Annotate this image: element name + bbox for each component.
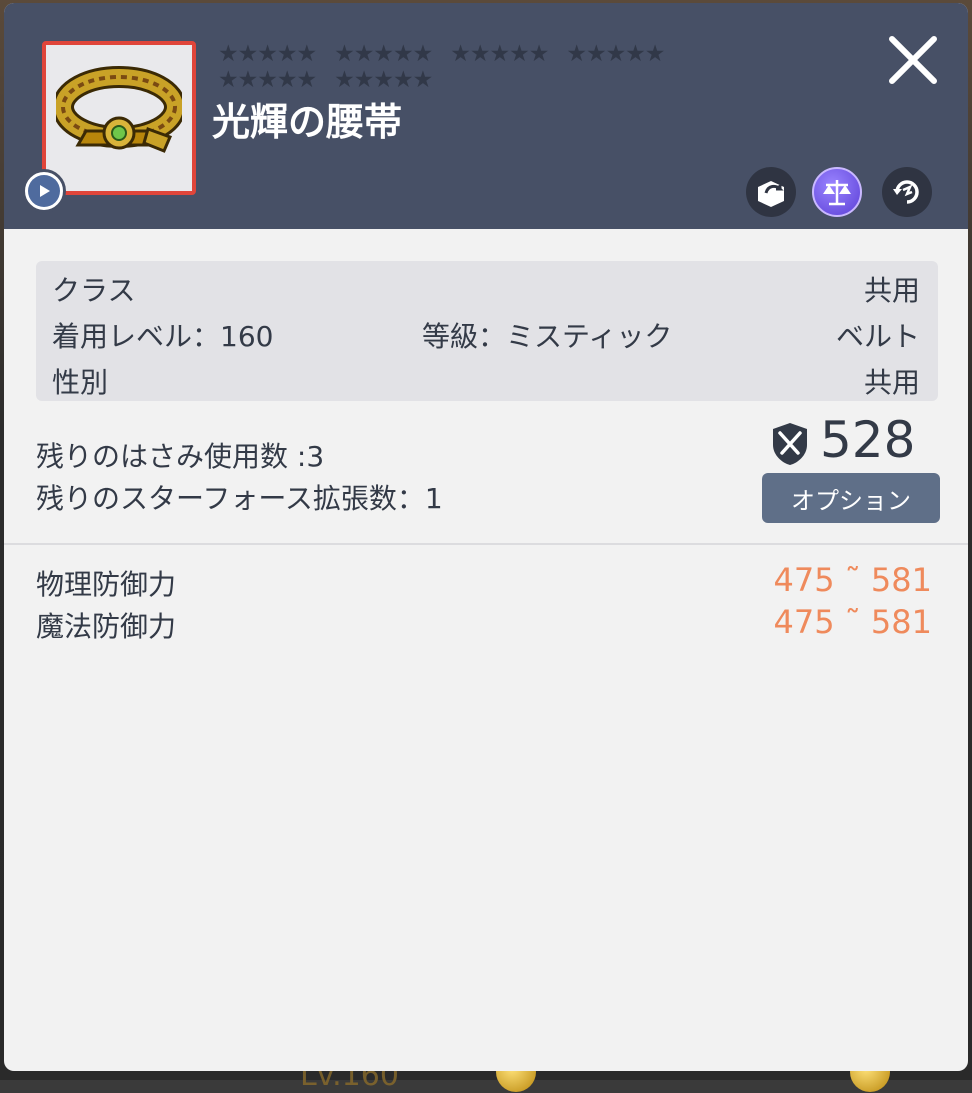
stat-value: 475 ˜ 581: [773, 561, 933, 599]
star-group: ★★★★★: [334, 67, 433, 93]
class-value: 共用: [863, 274, 920, 307]
remaining-scissors: 残りのはさみ使用数 :3: [36, 440, 325, 473]
stat-label: 魔法防御力: [36, 610, 177, 643]
starforce-stars: ★★★★★ ★★★★★ ★★★★★ ★★★★★ ★★★★★ ★★★★★: [218, 41, 738, 93]
dialog-header: ★★★★★ ★★★★★ ★★★★★ ★★★★★ ★★★★★ ★★★★★ 光輝の腰帯: [4, 3, 968, 229]
reset-button[interactable]: [882, 167, 932, 217]
gender-value: 共用: [863, 366, 920, 399]
option-button[interactable]: オプション: [762, 473, 940, 523]
reset-icon: [893, 180, 919, 204]
close-icon: [889, 36, 937, 84]
star-group: ★★★★★: [334, 41, 433, 67]
item-name: 光輝の腰帯: [212, 100, 403, 144]
belt-icon: [56, 66, 182, 153]
transfer-icon: [758, 181, 784, 207]
stat-label: 物理防御力: [36, 568, 177, 601]
compare-button[interactable]: [812, 167, 862, 217]
grade-label: 等級：ミスティック: [422, 320, 673, 353]
class-label: クラス: [52, 274, 136, 307]
star-group: ★★★★★: [218, 41, 317, 67]
item-detail-dialog: ★★★★★ ★★★★★ ★★★★★ ★★★★★ ★★★★★ ★★★★★ 光輝の腰帯: [4, 3, 968, 1071]
remaining-starforce: 残りのスターフォース拡張数：1: [36, 482, 443, 515]
play-icon[interactable]: [22, 169, 66, 213]
star-group: ★★★★★: [566, 41, 665, 67]
close-button[interactable]: [886, 33, 940, 87]
combat-power-value: 528: [820, 411, 916, 469]
section-divider: [4, 543, 968, 545]
required-level: 着用レベル：160: [52, 320, 274, 353]
combat-power-icon: [773, 423, 807, 465]
item-info-box: クラス 共用 着用レベル：160 等級：ミスティック ベルト 性別 共用: [36, 261, 938, 401]
item-type: ベルト: [835, 320, 920, 353]
item-icon-frame: [42, 41, 196, 195]
gender-label: 性別: [52, 366, 109, 399]
star-group: ★★★★★: [450, 41, 549, 67]
star-group: ★★★★★: [218, 67, 317, 93]
transfer-button[interactable]: [746, 167, 796, 217]
scale-icon: [823, 180, 851, 206]
stat-value: 475 ˜ 581: [773, 603, 933, 641]
